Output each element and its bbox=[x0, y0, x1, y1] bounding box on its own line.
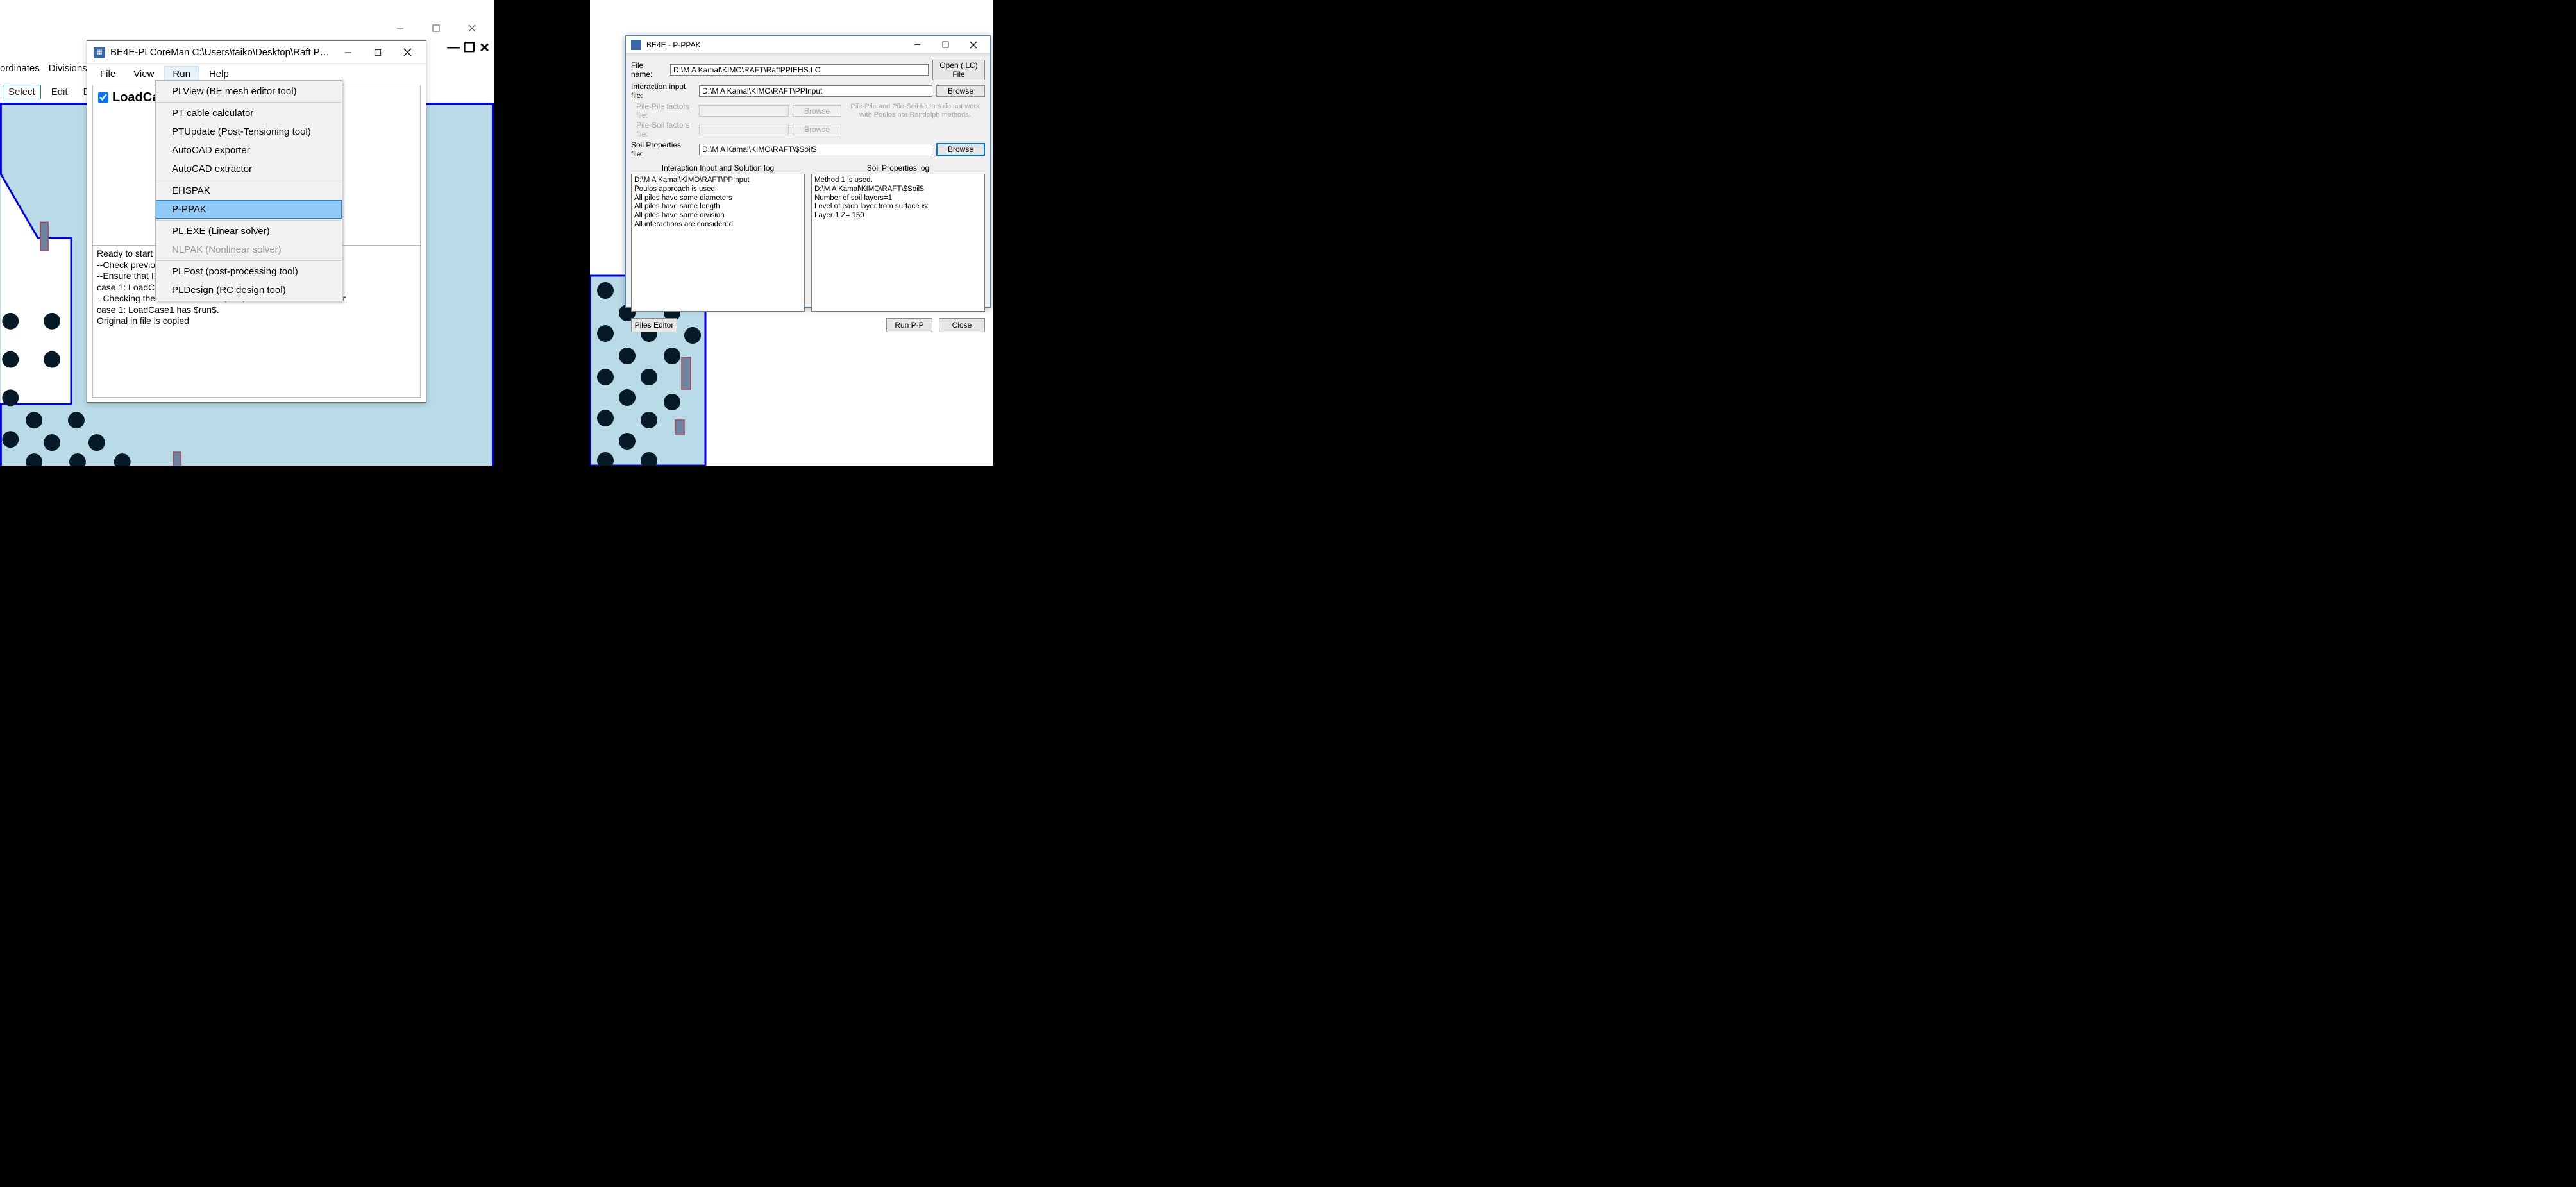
run-dropdown: PLView (BE mesh editor tool) PT cable ca… bbox=[155, 80, 342, 301]
run-item-plpost[interactable]: PLPost (post-processing tool) bbox=[156, 262, 342, 281]
log-box-left[interactable]: D:\M A Kamal\KIMO\RAFT\PPInput Poulos ap… bbox=[631, 174, 805, 312]
menu-view[interactable]: View bbox=[126, 67, 162, 81]
restore2-icon[interactable]: ❐ bbox=[464, 40, 475, 56]
menu-select[interactable]: Select bbox=[3, 85, 41, 99]
log-box-right[interactable]: Method 1 is used. D:\M A Kamal\KIMO\RAFT… bbox=[811, 174, 985, 312]
close2-icon[interactable]: ✕ bbox=[479, 40, 490, 56]
lbl-pile-soil: Pile-Soil factors file: bbox=[631, 121, 695, 139]
ppak-logs: Interaction Input and Solution log D:\M … bbox=[631, 164, 985, 312]
btn-browse-pile-soil: Browse bbox=[793, 124, 841, 135]
ppak-minimize-icon[interactable] bbox=[903, 38, 931, 52]
menu-file[interactable]: File bbox=[92, 67, 123, 81]
lbl-file-name: File name: bbox=[631, 61, 666, 79]
plc-close-icon[interactable] bbox=[392, 43, 422, 62]
lbl-interaction-input: Interaction input file: bbox=[631, 82, 695, 100]
btn-browse-soil[interactable]: Browse bbox=[936, 143, 985, 156]
lbl-soil-props: Soil Properties file: bbox=[631, 140, 695, 158]
minimize2-icon[interactable]: — bbox=[447, 40, 460, 55]
outer-window-controls-2: — ❐ ✕ bbox=[447, 40, 490, 56]
menu-separator bbox=[156, 220, 341, 221]
plc-maximize-icon[interactable] bbox=[363, 43, 392, 62]
maximize-icon[interactable] bbox=[422, 19, 450, 37]
ppak-title: BE4E - P-PPAK bbox=[646, 40, 903, 49]
log-header-right: Soil Properties log bbox=[811, 164, 985, 173]
run-item-pldesign[interactable]: PLDesign (RC design tool) bbox=[156, 281, 342, 299]
menu-edit[interactable]: Edit bbox=[46, 85, 73, 99]
ppak-bottombar: Piles Editor Run P-P Close bbox=[631, 318, 985, 332]
input-file-name[interactable] bbox=[670, 64, 929, 76]
minimize-icon[interactable] bbox=[386, 19, 414, 37]
run-item-nlpak: NLPAK (Nonlinear solver) bbox=[156, 240, 342, 259]
menu-help[interactable]: Help bbox=[201, 67, 237, 81]
input-interaction-input[interactable] bbox=[699, 85, 932, 97]
loadcase-checkbox[interactable] bbox=[98, 92, 108, 103]
plcoreman-titlebar[interactable]: ▦ BE4E-PLCoreMan C:\Users\taiko\Desktop\… bbox=[87, 41, 426, 64]
btn-open-lc[interactable]: Open (.LC) File bbox=[932, 60, 985, 80]
row-pile-pile: Pile-Pile factors file: Browse Pile-Pile… bbox=[631, 102, 985, 120]
ppak-right-buttons: Run P-P Close bbox=[886, 318, 985, 332]
run-item-pppak[interactable]: P-PPAK bbox=[156, 200, 342, 219]
factors-note: Pile-Pile and Pile-Soil factors do not w… bbox=[845, 103, 985, 119]
plcoreman-title: BE4E-PLCoreMan C:\Users\taiko\Desktop\Ra… bbox=[110, 47, 333, 58]
btn-browse-interaction[interactable]: Browse bbox=[936, 85, 985, 97]
run-item-acad-extractor[interactable]: AutoCAD extractor bbox=[156, 160, 342, 178]
menu-separator bbox=[156, 260, 341, 261]
input-soil-props[interactable] bbox=[699, 144, 932, 155]
menu-divisions[interactable]: Divisions bbox=[49, 63, 87, 74]
run-item-pt-cable[interactable]: PT cable calculator bbox=[156, 104, 342, 122]
btn-close[interactable]: Close bbox=[939, 318, 985, 332]
left-top-strip bbox=[0, 0, 494, 16]
row-pile-soil: Pile-Soil factors file: Browse bbox=[631, 121, 985, 139]
run-item-acad-exporter[interactable]: AutoCAD exporter bbox=[156, 141, 342, 160]
ppak-window: BE4E - P-PPAK File name: Open (.LC) File… bbox=[625, 35, 991, 308]
run-item-ptupdate[interactable]: PTUpdate (Post-Tensioning tool) bbox=[156, 122, 342, 141]
ppak-close-icon[interactable] bbox=[959, 38, 988, 52]
log-col-right: Soil Properties log Method 1 is used. D:… bbox=[811, 164, 985, 312]
loadcase-label: LoadCa bbox=[112, 90, 159, 105]
plc-minimize-icon[interactable] bbox=[333, 43, 363, 62]
app-icon: ▦ bbox=[94, 47, 105, 58]
log-col-left: Interaction Input and Solution log D:\M … bbox=[631, 164, 805, 312]
btn-run-pp[interactable]: Run P-P bbox=[886, 318, 932, 332]
ppak-app-icon bbox=[631, 40, 641, 50]
ppak-titlebar[interactable]: BE4E - P-PPAK bbox=[626, 36, 990, 54]
outer-menubar-partial: ordinates Divisions bbox=[0, 63, 87, 74]
input-pile-soil bbox=[699, 124, 789, 135]
run-item-plview[interactable]: PLView (BE mesh editor tool) bbox=[156, 82, 342, 101]
menu-separator bbox=[156, 102, 341, 103]
btn-piles-editor[interactable]: Piles Editor bbox=[631, 318, 677, 332]
run-item-plexe[interactable]: PL.EXE (Linear solver) bbox=[156, 222, 342, 240]
input-pile-pile bbox=[699, 105, 789, 117]
btn-browse-pile-pile: Browse bbox=[793, 105, 841, 117]
lbl-pile-pile: Pile-Pile factors file: bbox=[631, 102, 695, 120]
row-interaction-input: Interaction input file: Browse bbox=[631, 82, 985, 100]
row-soil-props: Soil Properties file: Browse bbox=[631, 140, 985, 158]
outer-window-controls bbox=[386, 19, 486, 37]
menu-run[interactable]: Run bbox=[164, 66, 199, 82]
log-header-left: Interaction Input and Solution log bbox=[631, 164, 805, 173]
row-file-name: File name: Open (.LC) File bbox=[631, 60, 985, 80]
ppak-body: File name: Open (.LC) File Interaction i… bbox=[626, 54, 990, 337]
menu-coordinates[interactable]: ordinates bbox=[0, 63, 40, 74]
close-icon[interactable] bbox=[458, 19, 486, 37]
left-pane: — ❐ ✕ ordinates Divisions Select Edit Dr… bbox=[0, 0, 494, 466]
ppak-maximize-icon[interactable] bbox=[931, 38, 959, 52]
run-item-ehspak[interactable]: EHSPAK bbox=[156, 181, 342, 200]
